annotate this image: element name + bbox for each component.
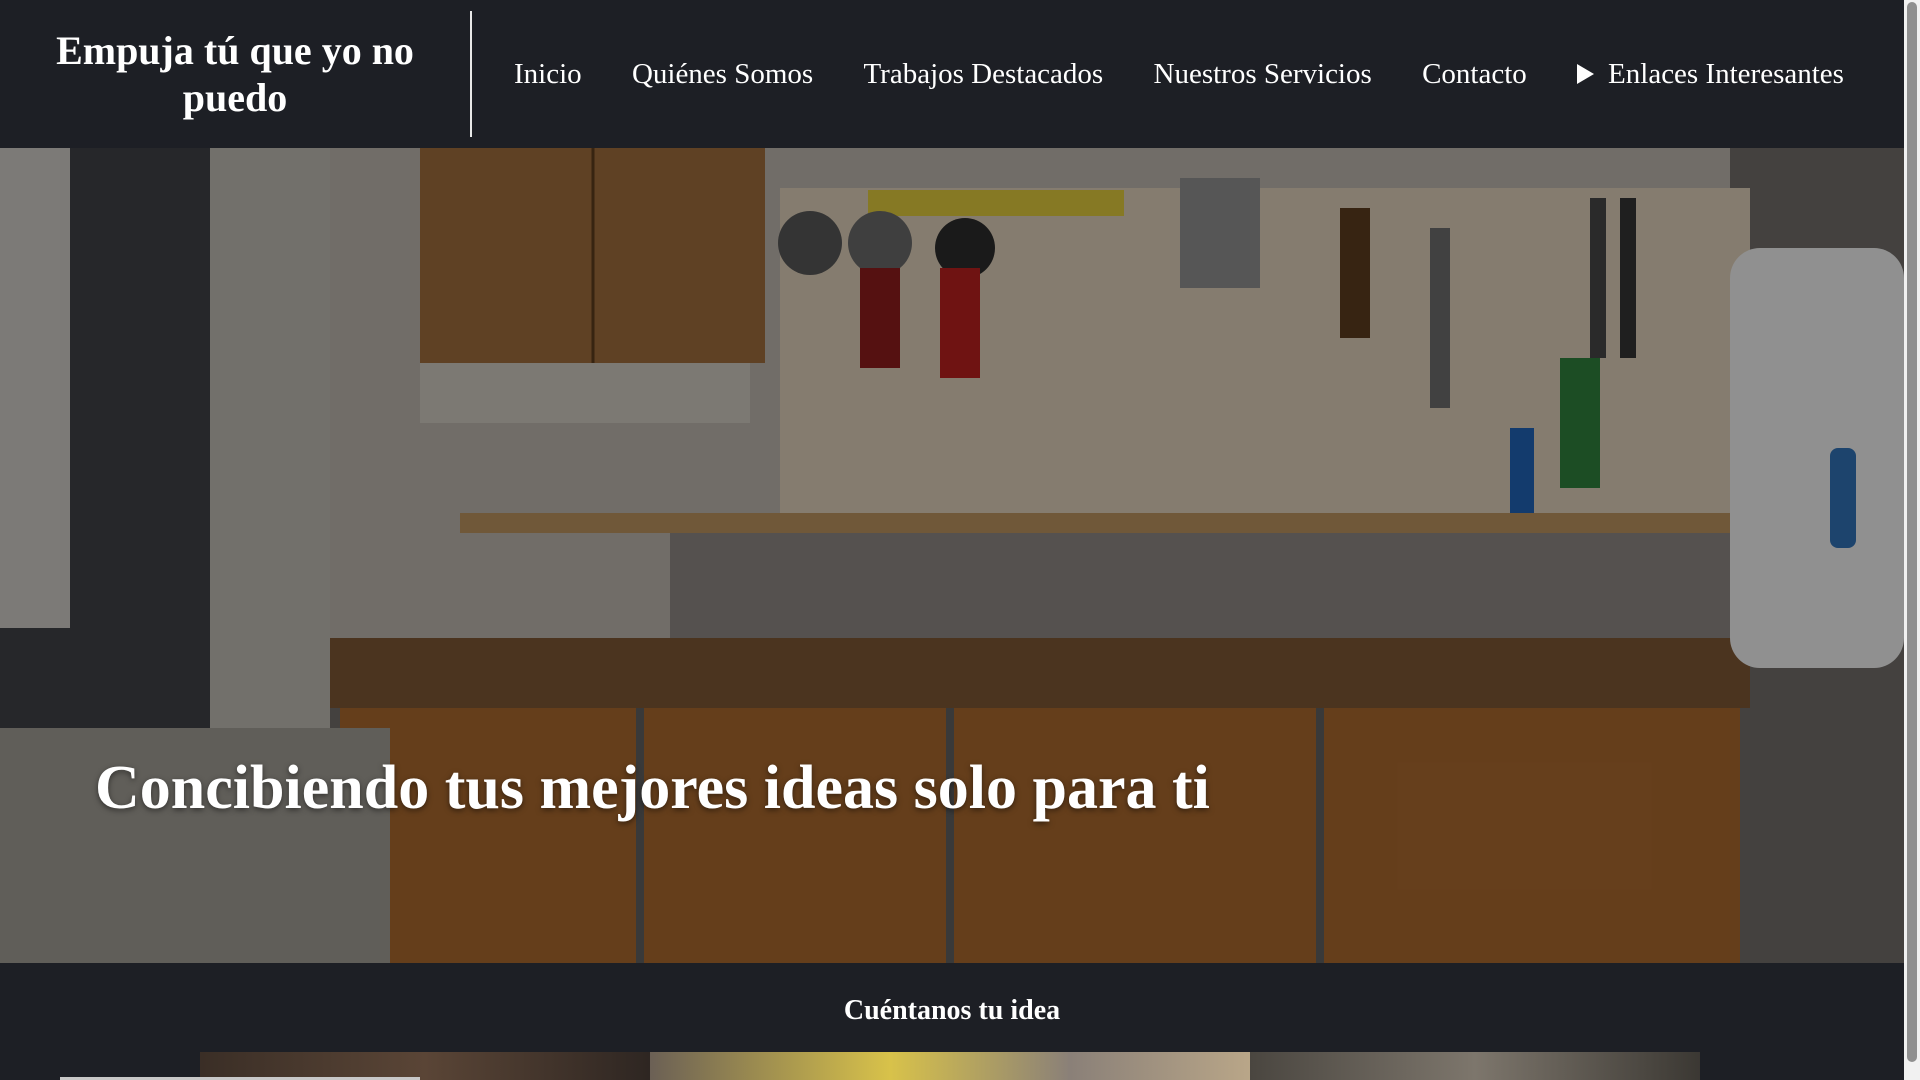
nav-item-nuestros-servicios[interactable]: Nuestros Servicios <box>1154 58 1372 91</box>
hero-overlay <box>0 148 1904 963</box>
gallery-image[interactable] <box>650 1052 1250 1080</box>
site-header: Empuja tú que yo no puedo Inicio Quiénes… <box>0 0 1904 148</box>
site-brand[interactable]: Empuja tú que yo no puedo <box>0 0 470 148</box>
section-title: Cuéntanos tu idea <box>843 995 1061 1026</box>
gallery-image[interactable] <box>1250 1052 1700 1080</box>
scrollbar-thumb[interactable] <box>1907 2 1917 1062</box>
nav-label[interactable]: Contacto <box>1422 58 1527 91</box>
nav-item-trabajos-destacados[interactable]: Trabajos Destacados <box>863 58 1103 91</box>
nav-label[interactable]: Quiénes Somos <box>632 58 813 91</box>
nav-label[interactable]: Nuestros Servicios <box>1154 58 1372 91</box>
nav-item-enlaces-interesantes[interactable]: Enlaces Interesantes <box>1577 58 1844 91</box>
gallery-image[interactable] <box>200 1052 650 1080</box>
brand-title[interactable]: Empuja tú que yo no puedo <box>40 27 430 121</box>
nav-item-inicio[interactable]: Inicio <box>514 58 582 91</box>
nav-item-contacto[interactable]: Contacto <box>1422 58 1527 91</box>
hero-banner: Concibiendo tus mejores ideas solo para … <box>0 148 1904 963</box>
page-scrollbar[interactable] <box>1904 0 1920 1080</box>
nav-label[interactable]: Enlaces Interesantes <box>1608 58 1844 91</box>
gallery-strip <box>200 1052 1700 1080</box>
nav-label[interactable]: Inicio <box>514 58 582 91</box>
caret-right-icon[interactable] <box>1577 64 1595 84</box>
hero-title: Concibiendo tus mejores ideas solo para … <box>95 754 1210 822</box>
nav-label[interactable]: Trabajos Destacados <box>863 58 1103 91</box>
nav-item-quienes-somos[interactable]: Quiénes Somos <box>632 58 813 91</box>
main-nav: Inicio Quiénes Somos Trabajos Destacados… <box>472 0 1904 148</box>
